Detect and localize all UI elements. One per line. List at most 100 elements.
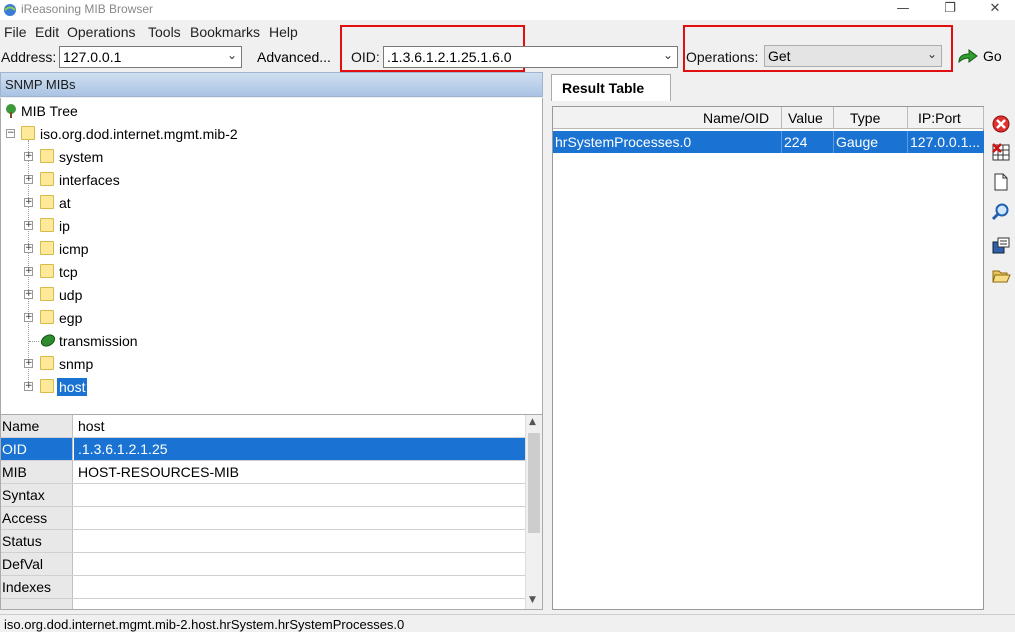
props-row-defval[interactable]: DefVal bbox=[1, 553, 526, 576]
expand-icon[interactable]: + bbox=[24, 198, 33, 207]
expand-icon[interactable]: + bbox=[24, 267, 33, 276]
column-header-label: Name/OID bbox=[703, 110, 770, 126]
props-row-access[interactable]: Access bbox=[1, 507, 526, 530]
operations-select[interactable]: Get ⌄ bbox=[764, 45, 942, 67]
scroll-thumb[interactable] bbox=[528, 433, 540, 533]
cell-text: 127.0.0.1... bbox=[910, 134, 981, 150]
address-combo[interactable]: 127.0.0.1 ⌄ bbox=[59, 46, 242, 68]
delete-icon[interactable] bbox=[991, 114, 1011, 134]
app-icon bbox=[4, 4, 16, 16]
chevron-down-icon[interactable]: ⌄ bbox=[227, 48, 237, 62]
props-scrollbar[interactable]: ▲ ▼ bbox=[525, 415, 542, 609]
menu-help[interactable]: Help bbox=[269, 24, 298, 40]
table-delete-icon[interactable] bbox=[991, 142, 1011, 162]
menu-edit[interactable]: Edit bbox=[35, 24, 59, 40]
address-label: Address: bbox=[1, 49, 57, 65]
menu-file[interactable]: File bbox=[4, 24, 27, 40]
scroll-up-icon[interactable]: ▲ bbox=[529, 417, 536, 427]
folder-icon bbox=[40, 195, 54, 209]
expand-icon[interactable]: + bbox=[24, 244, 33, 253]
menu-operations[interactable]: Operations bbox=[67, 24, 135, 40]
folder-icon bbox=[40, 287, 54, 301]
tree-node-ip[interactable]: + ip bbox=[1, 215, 201, 237]
props-row-mib[interactable]: MIB HOST-RESOURCES-MIB bbox=[1, 461, 526, 484]
props-row-empty bbox=[1, 599, 526, 609]
props-row-indexes[interactable]: Indexes bbox=[1, 576, 526, 599]
operations-label: Operations: bbox=[686, 49, 759, 65]
oid-combo[interactable]: .1.3.6.1.2.1.25.1.6.0 ⌄ bbox=[383, 46, 678, 68]
tree-node-snmp[interactable]: + snmp bbox=[1, 353, 201, 375]
props-row-oid[interactable]: OID .1.3.6.1.2.1.25 bbox=[1, 438, 526, 461]
expand-icon[interactable]: + bbox=[24, 359, 33, 368]
props-row-status[interactable]: Status bbox=[1, 530, 526, 553]
props-key: Access bbox=[2, 510, 48, 526]
column-header-ipport[interactable]: IP:Port bbox=[908, 107, 984, 129]
expand-icon[interactable]: + bbox=[24, 313, 33, 322]
advanced-button[interactable]: Advanced... bbox=[248, 45, 338, 69]
props-key: DefVal bbox=[2, 556, 43, 572]
scroll-down-icon[interactable]: ▼ bbox=[529, 595, 536, 605]
search-icon[interactable] bbox=[991, 202, 1011, 222]
table-row-cell-ipport[interactable]: 127.0.0.1... bbox=[908, 131, 984, 153]
props-header-row: Name host bbox=[1, 415, 526, 438]
column-header-label: IP:Port bbox=[918, 110, 961, 126]
close-button[interactable]: ✕ bbox=[972, 0, 1015, 20]
menu-tools[interactable]: Tools bbox=[148, 24, 181, 40]
advanced-label: Advanced... bbox=[257, 49, 331, 65]
tree-node-icmp[interactable]: + icmp bbox=[1, 238, 201, 260]
table-row-cell-name[interactable]: hrSystemProcesses.0 bbox=[553, 131, 782, 153]
tree-node-system[interactable]: + system bbox=[1, 146, 201, 168]
tree-node-at[interactable]: + at bbox=[1, 192, 201, 214]
expand-icon[interactable]: + bbox=[24, 382, 33, 391]
mib-panel: SNMP MIBs MIB Tree − iso.org.dod.interne… bbox=[0, 72, 544, 610]
tree-root[interactable]: MIB Tree bbox=[1, 100, 201, 122]
column-header-type[interactable]: Type bbox=[834, 107, 908, 129]
window-title: iReasoning MIB Browser bbox=[21, 2, 154, 16]
document-icon[interactable] bbox=[991, 172, 1011, 192]
folder-open-icon bbox=[21, 126, 35, 140]
status-bar: iso.org.dod.internet.mgmt.mib-2.host.hrS… bbox=[0, 614, 1015, 632]
go-button[interactable]: Go bbox=[955, 45, 1010, 69]
tree-icon bbox=[6, 104, 16, 118]
props-row-syntax[interactable]: Syntax bbox=[1, 484, 526, 507]
folder-icon bbox=[40, 264, 54, 278]
cell-text: 224 bbox=[784, 134, 808, 150]
menu-bookmarks[interactable]: Bookmarks bbox=[190, 24, 260, 40]
column-header-value[interactable]: Value bbox=[782, 107, 834, 129]
props-key: Indexes bbox=[2, 579, 52, 595]
tree-node-transmission[interactable]: transmission bbox=[1, 330, 201, 352]
tree-node-egp[interactable]: + egp bbox=[1, 307, 201, 329]
tree-node-label: iso.org.dod.internet.mgmt.mib-2 bbox=[40, 126, 238, 142]
tree-node-interfaces[interactable]: + interfaces bbox=[1, 169, 201, 191]
restore-button[interactable]: ❐ bbox=[927, 0, 973, 20]
chevron-down-icon[interactable]: ⌄ bbox=[663, 48, 673, 62]
column-header-name[interactable]: Name/OID bbox=[553, 107, 782, 129]
tree-node-mib2[interactable]: − iso.org.dod.internet.mgmt.mib-2 bbox=[1, 123, 301, 145]
leaf-icon bbox=[40, 334, 56, 347]
result-table[interactable]: Name/OID Value Type IP:Port hrSystemProc… bbox=[552, 106, 984, 610]
export-icon[interactable] bbox=[991, 236, 1011, 256]
tree-node-label-selected: host bbox=[57, 378, 88, 396]
cell-text: hrSystemProcesses.0 bbox=[555, 134, 692, 150]
tab-result-table[interactable]: Result Table bbox=[551, 74, 671, 101]
minimize-button[interactable]: — bbox=[880, 0, 926, 20]
go-arrow-icon bbox=[958, 49, 978, 64]
result-toolbar bbox=[988, 112, 1015, 292]
tree-node-udp[interactable]: + udp bbox=[1, 284, 201, 306]
expand-icon[interactable]: + bbox=[24, 175, 33, 184]
expand-icon[interactable]: + bbox=[24, 152, 33, 161]
table-row-cell-value[interactable]: 224 bbox=[782, 131, 834, 153]
table-row-cell-type[interactable]: Gauge bbox=[834, 131, 908, 153]
title-bar: iReasoning MIB Browser — ❐ ✕ bbox=[0, 0, 1015, 20]
expand-icon[interactable]: + bbox=[24, 290, 33, 299]
props-value: host bbox=[78, 418, 105, 434]
props-key: Status bbox=[2, 533, 42, 549]
open-folder-icon[interactable] bbox=[991, 266, 1011, 286]
collapse-icon[interactable]: − bbox=[6, 129, 15, 138]
node-properties-table[interactable]: Name host OID .1.3.6.1.2.1.25 MIB HOST-R… bbox=[0, 414, 543, 610]
chevron-down-icon[interactable]: ⌄ bbox=[927, 47, 937, 61]
tree-node-host[interactable]: + host bbox=[1, 376, 201, 398]
expand-icon[interactable]: + bbox=[24, 221, 33, 230]
tree-node-tcp[interactable]: + tcp bbox=[1, 261, 201, 283]
tree-connector bbox=[29, 341, 39, 342]
